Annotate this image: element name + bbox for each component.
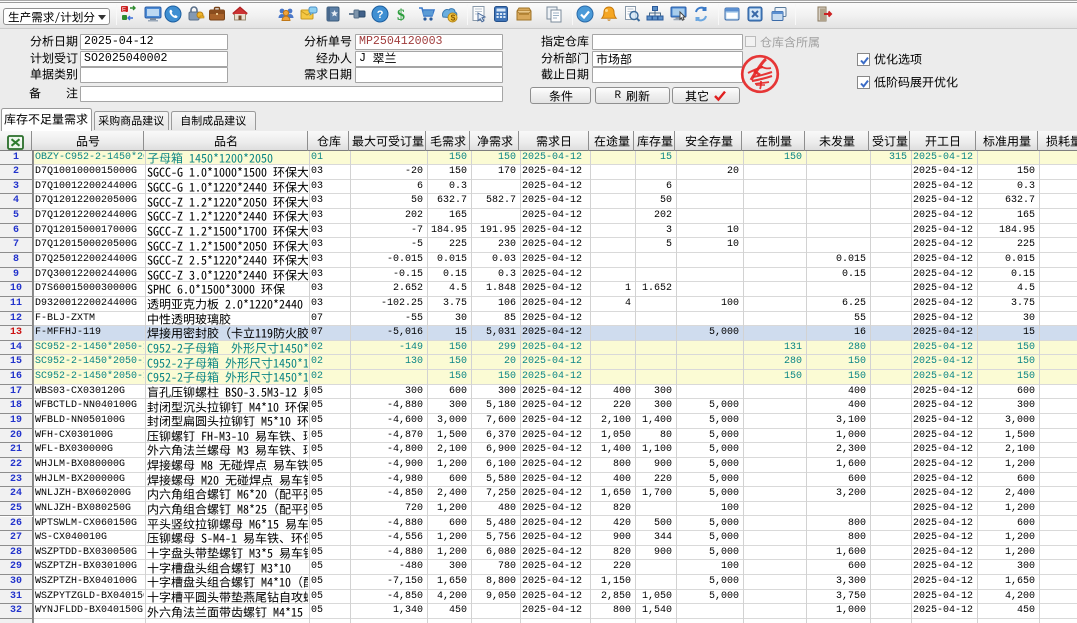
svg-text:?: ? bbox=[377, 9, 384, 21]
svg-text:$: $ bbox=[397, 7, 405, 23]
svg-text:$: $ bbox=[451, 13, 456, 23]
svg-text:E: E bbox=[122, 8, 126, 14]
